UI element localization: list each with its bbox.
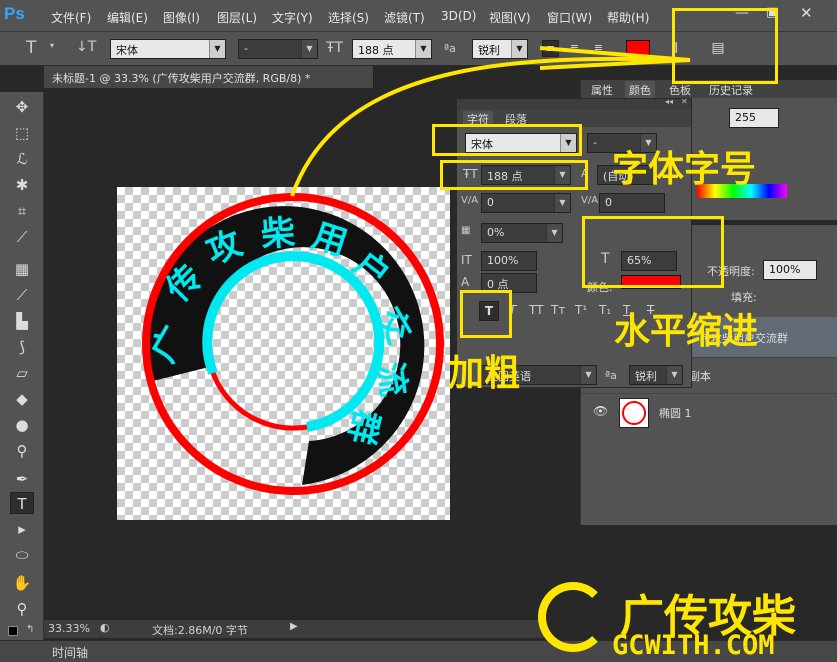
annotation-scale-label: 水平缩进: [614, 311, 759, 352]
watermark-en: GCWITH.COM: [612, 630, 775, 661]
annotation-box-bold: [460, 290, 512, 338]
watermark-logo-icon: [538, 582, 608, 652]
annotation-bold-label: 加粗: [448, 353, 521, 394]
annotation-font-label: 字体字号: [612, 149, 757, 190]
annotation-box-panel-toggle: [672, 8, 778, 84]
annotation-box-font-family: [432, 124, 582, 156]
annotation-box-scale: [582, 216, 724, 288]
annotation-box-font-size: [440, 160, 588, 190]
